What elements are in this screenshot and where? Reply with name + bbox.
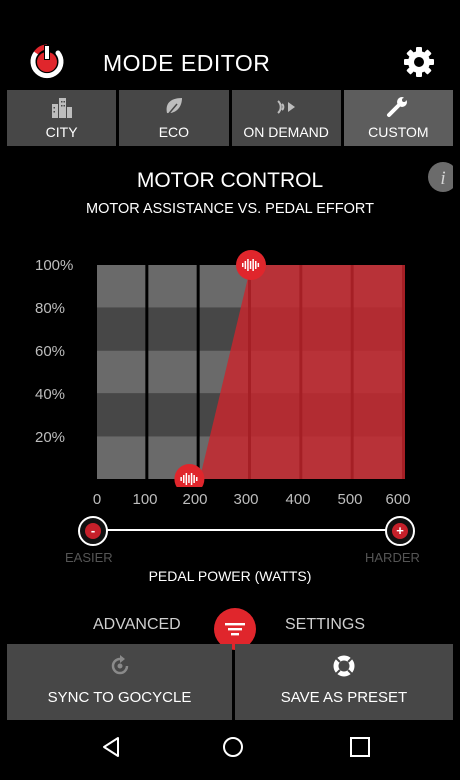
x-tick-label: 600: [385, 491, 411, 508]
grid-cell: [97, 265, 146, 308]
x-tick-label: 100: [132, 491, 158, 508]
page-title: MODE EDITOR: [103, 50, 271, 76]
settings-label[interactable]: SETTINGS: [285, 616, 365, 634]
difficulty-slider-track[interactable]: [92, 529, 400, 531]
handle-grip-icon: [185, 473, 188, 485]
x-tick-label: 200: [182, 491, 208, 508]
tab-label: ECO: [158, 124, 190, 140]
app-header: MODE EDITOR: [7, 32, 453, 94]
wrench-icon: [387, 97, 409, 117]
tab-on-demand[interactable]: ON DEMAND: [231, 90, 341, 146]
handle-grip-icon: [188, 475, 190, 483]
handle-grip-icon: [244, 261, 247, 269]
handle-grip-icon: [183, 475, 185, 483]
power-icon[interactable]: [27, 42, 67, 82]
handle-grip-icon: [249, 261, 252, 269]
gear-icon[interactable]: [403, 46, 435, 78]
grid-cell: [148, 307, 197, 351]
recents-icon[interactable]: [348, 735, 372, 759]
x-tick-label: 0: [92, 491, 102, 508]
city-icon: [51, 98, 72, 118]
harder-label: HARDER: [365, 550, 420, 565]
mode-tabs: CITY ECO ON DEMAND CUSTOM: [7, 90, 453, 146]
handle-grip-icon: [190, 473, 193, 485]
motor-assist-chart: 100% 80% 60% 40% 20% 0 100 200 300 400 5…: [7, 237, 453, 517]
sync-icon: [111, 655, 128, 675]
handle-grip-icon: [247, 259, 249, 271]
home-icon[interactable]: [221, 735, 245, 759]
x-tick-label: 400: [285, 491, 311, 508]
x-axis-label: PEDAL POWER (WATTS): [148, 568, 312, 584]
handle-grip-icon: [257, 263, 260, 267]
grid-cell: [97, 436, 146, 479]
handle-grip-icon: [180, 477, 182, 481]
grid-cell: [97, 393, 146, 437]
handle-grip-icon: [196, 477, 198, 481]
slider-minus-knob[interactable]: -: [78, 516, 108, 546]
grid-cell: [148, 350, 197, 394]
minus-icon: -: [85, 523, 101, 539]
tab-label: CITY: [45, 124, 78, 140]
tab-eco[interactable]: ECO: [119, 90, 229, 146]
plus-icon: +: [392, 523, 408, 539]
save-as-preset-button[interactable]: SAVE AS PRESET: [235, 644, 453, 720]
navigation-bar: [7, 721, 453, 773]
tab-custom[interactable]: CUSTOM: [343, 90, 453, 146]
handle-grip-icon: [252, 259, 254, 271]
chart-plot-area: [97, 250, 405, 487]
sync-to-gocycle-button[interactable]: SYNC TO GOCYCLE: [7, 644, 232, 720]
easier-label: EASIER: [65, 550, 113, 565]
advanced-label[interactable]: ADVANCED: [93, 616, 181, 634]
back-icon[interactable]: [99, 735, 123, 759]
info-icon[interactable]: i: [428, 162, 453, 192]
lifebuoy-icon: [333, 655, 355, 677]
tab-label: ON DEMAND: [243, 124, 329, 140]
leaf-icon: [165, 98, 182, 118]
section-title: MOTOR CONTROL: [136, 169, 324, 192]
grid-cell: [97, 350, 146, 394]
grid-cell: [97, 307, 146, 351]
on-demand-icon: [277, 100, 296, 114]
section-subtitle: MOTOR ASSISTANCE VS. PEDAL EFFORT: [86, 201, 374, 217]
tab-city[interactable]: CITY: [7, 90, 117, 146]
button-label: SAVE AS PRESET: [280, 689, 408, 706]
x-tick-label: 300: [233, 491, 259, 508]
button-label: SYNC TO GOCYCLE: [47, 689, 192, 706]
svg-text:i: i: [440, 168, 445, 189]
handle-grip-icon: [242, 263, 244, 267]
app-screen: MODE EDITOR CITY ECO ON DEMAND CUSTOM MO…: [7, 7, 453, 773]
grid-cell: [148, 265, 197, 308]
x-tick-label: 500: [337, 491, 363, 508]
slider-plus-knob[interactable]: +: [385, 516, 415, 546]
grid-cell: [148, 393, 197, 437]
tab-label: CUSTOM: [368, 124, 429, 140]
handle-grip-icon: [193, 475, 195, 483]
handle-grip-icon: [255, 261, 257, 269]
